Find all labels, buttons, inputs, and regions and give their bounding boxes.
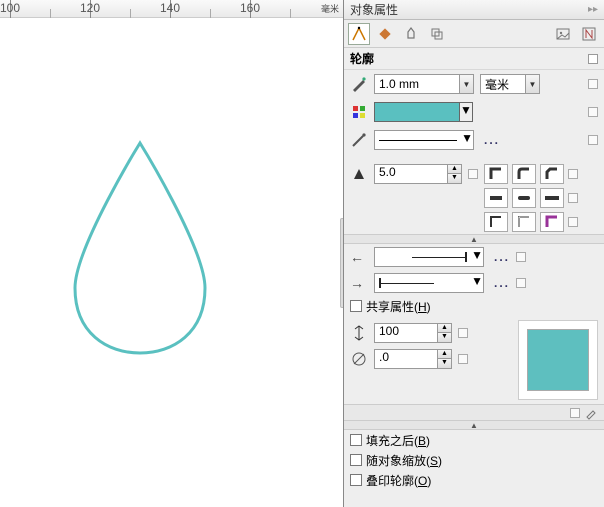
ruler-tick-label: 120: [80, 1, 100, 15]
cap-square[interactable]: [484, 188, 508, 208]
lock-toggle-7[interactable]: [568, 217, 578, 227]
share-attributes-checkbox[interactable]: [350, 300, 362, 312]
ruler-tick-label: 140: [160, 1, 180, 15]
lock-toggle-3[interactable]: [588, 135, 598, 145]
share-attributes-label: 共享属性(H): [366, 298, 431, 315]
spin-down-icon[interactable]: ▼: [447, 174, 461, 183]
line-style-more[interactable]: ...: [484, 133, 500, 147]
misc-tab[interactable]: [426, 23, 448, 45]
lock-toggle-11[interactable]: [458, 354, 468, 364]
spin-up-icon[interactable]: ▲: [447, 165, 461, 174]
arrow-end-combo[interactable]: ▼: [374, 273, 484, 293]
outline-width-value: 1.0 mm: [375, 77, 459, 91]
outline-color-picker[interactable]: ▼: [374, 102, 473, 122]
arrow-start-more[interactable]: ...: [494, 250, 510, 264]
lock-toggle-9[interactable]: [516, 278, 526, 288]
section-toggle[interactable]: [588, 54, 598, 64]
footer-toggle-1[interactable]: [570, 408, 580, 418]
angle-icon: [350, 350, 368, 368]
section-divider-2[interactable]: ▲: [344, 420, 604, 430]
line-style-combo[interactable]: ▼: [374, 130, 474, 150]
scale-with-object-label: 随对象缩放(S): [366, 452, 442, 469]
ruler-tick-label: 160: [240, 1, 260, 15]
cap-extended[interactable]: [540, 188, 564, 208]
transparency-tab[interactable]: [400, 23, 422, 45]
behind-fill-label: 填充之后(B): [366, 432, 430, 449]
canvas[interactable]: [0, 18, 343, 507]
dropdown-icon[interactable]: ▼: [461, 131, 473, 149]
image-tab[interactable]: [552, 23, 574, 45]
lock-toggle-1[interactable]: [588, 79, 598, 89]
lock-toggle-4[interactable]: [468, 169, 478, 179]
corner-miter[interactable]: [484, 164, 508, 184]
lock-toggle-2[interactable]: [588, 107, 598, 117]
panel-collapse-icon[interactable]: ▸▸: [588, 4, 598, 15]
line-style-icon: [350, 131, 368, 149]
position-inside[interactable]: [540, 212, 564, 232]
overprint-outline-checkbox[interactable]: [350, 474, 362, 486]
nib-preview-swatch: [527, 329, 589, 391]
corner-bevel[interactable]: [540, 164, 564, 184]
arrow-start-icon: ←: [350, 249, 368, 265]
lock-toggle-5[interactable]: [568, 169, 578, 179]
nib-preview: [518, 320, 598, 400]
nib-stretch-input[interactable]: 100 ▲▼: [374, 323, 452, 343]
pen-width-icon: [350, 75, 368, 93]
ruler-unit: 毫米: [321, 2, 339, 15]
miter-limit-value: 5.0: [375, 165, 447, 183]
color-icon: [350, 103, 368, 121]
panel-title: 对象属性: [350, 1, 398, 18]
outline-section-label: 轮廓: [350, 50, 374, 67]
miter-icon: [350, 165, 368, 183]
ruler-tick-label: 100: [0, 1, 20, 15]
arrow-end-more[interactable]: ...: [494, 276, 510, 290]
outline-width-combo[interactable]: 1.0 mm ▼: [374, 74, 474, 94]
nib-angle-input[interactable]: .0 ▲▼: [374, 349, 452, 369]
spin-up-icon[interactable]: ▲: [437, 324, 451, 333]
corner-round[interactable]: [512, 164, 536, 184]
canvas-area: 100 120 140 160 毫米: [0, 0, 343, 507]
footer-eyedrop-icon[interactable]: [584, 406, 598, 420]
canvas-scroll-handle[interactable]: [340, 218, 343, 308]
arrow-end-icon: →: [350, 275, 368, 291]
section-divider[interactable]: ▲: [344, 234, 604, 244]
dropdown-icon[interactable]: ▼: [459, 75, 473, 93]
behind-fill-checkbox[interactable]: [350, 434, 362, 446]
spin-down-icon[interactable]: ▼: [437, 359, 451, 368]
horizontal-ruler: 100 120 140 160 毫米: [0, 0, 343, 18]
lock-toggle-8[interactable]: [516, 252, 526, 262]
lock-toggle-6[interactable]: [568, 193, 578, 203]
outline-tab[interactable]: [348, 23, 370, 45]
property-tabs: [344, 20, 604, 48]
position-center[interactable]: [512, 212, 536, 232]
cap-round[interactable]: [512, 188, 536, 208]
nib-angle-value: .0: [375, 350, 437, 368]
object-properties-panel: 对象属性 ▸▸ 轮廓 1.0 mm: [343, 0, 604, 507]
apply-tab[interactable]: [578, 23, 600, 45]
panel-title-bar: 对象属性 ▸▸: [344, 0, 604, 20]
units-value: 毫米: [481, 76, 525, 93]
stretch-icon: [350, 324, 368, 342]
outline-section-header: 轮廓: [344, 48, 604, 70]
dropdown-icon[interactable]: ▼: [525, 75, 539, 93]
miter-limit-input[interactable]: 5.0 ▲▼: [374, 164, 462, 184]
drop-shape[interactable]: [55, 138, 225, 358]
units-combo[interactable]: 毫米 ▼: [480, 74, 540, 94]
outline-color-swatch: [375, 103, 459, 121]
dropdown-icon[interactable]: ▼: [471, 248, 483, 266]
fill-tab[interactable]: [374, 23, 396, 45]
dropdown-icon[interactable]: ▼: [459, 103, 472, 121]
overprint-outline-label: 叠印轮廓(O): [366, 472, 431, 489]
nib-stretch-value: 100: [375, 324, 437, 342]
scale-with-object-checkbox[interactable]: [350, 454, 362, 466]
spin-down-icon[interactable]: ▼: [437, 333, 451, 342]
position-outside[interactable]: [484, 212, 508, 232]
arrow-start-combo[interactable]: ▼: [374, 247, 484, 267]
dropdown-icon[interactable]: ▼: [471, 274, 483, 292]
spin-up-icon[interactable]: ▲: [437, 350, 451, 359]
lock-toggle-10[interactable]: [458, 328, 468, 338]
